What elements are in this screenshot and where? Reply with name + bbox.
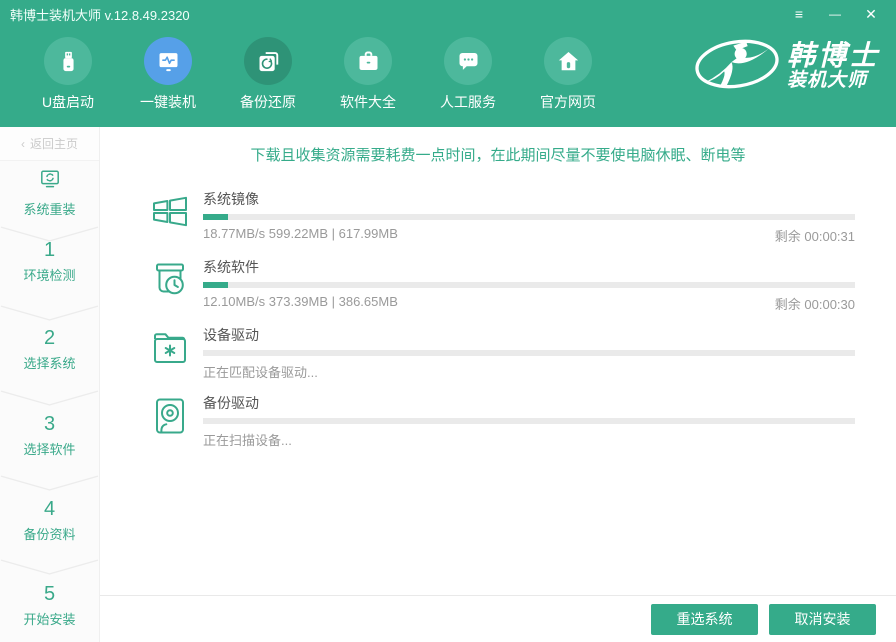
step-label: 选择系统 — [0, 353, 99, 372]
step-1-environment-check: 1 环境检测 — [0, 239, 99, 284]
step-number: 1 — [0, 239, 99, 262]
monitor-pulse-icon — [144, 37, 192, 85]
windows-logo-icon — [148, 190, 192, 234]
task-status: 正在匹配设备驱动... — [203, 362, 318, 381]
usb-icon — [44, 37, 92, 85]
menu-icon[interactable]: ≡ — [784, 3, 814, 25]
nav-item-label: 官方网页 — [540, 92, 596, 112]
progress-fill — [203, 214, 228, 220]
chevron-separator — [0, 390, 99, 406]
hanboshi-logo-icon — [693, 35, 781, 98]
step-number: 5 — [0, 583, 99, 606]
chat-bubble-icon — [444, 37, 492, 85]
chevron-separator — [0, 305, 99, 321]
brand-subtitle: 装机大师 — [787, 71, 880, 92]
home-icon — [544, 37, 592, 85]
task-row-device-driver: 设备驱动 正在匹配设备驱动... — [148, 325, 855, 381]
task-name: 设备驱动 — [203, 325, 855, 345]
briefcase-icon — [344, 37, 392, 85]
task-time-remaining: 剩余 00:00:31 — [775, 226, 855, 245]
progress-bar — [203, 214, 855, 220]
chevron-separator — [0, 559, 99, 575]
brand-name: 韩博士 — [787, 41, 880, 71]
task-speed-size: 12.10MB/s 373.39MB | 386.65MB — [203, 294, 398, 313]
driver-folder-icon — [148, 326, 192, 370]
step-label: 开始安装 — [0, 609, 99, 628]
task-name: 系统软件 — [203, 257, 855, 277]
nav-item-label: 人工服务 — [440, 92, 496, 112]
step-label: 备份资料 — [0, 524, 99, 543]
backup-disk-icon — [148, 394, 192, 438]
cancel-install-button[interactable]: 取消安装 — [769, 604, 876, 635]
main-panel: 下载且收集资源需要耗费一点时间，在此期间尽量不要使电脑休眠、断电等 系统镜像 — [100, 127, 896, 642]
progress-bar — [203, 282, 855, 288]
progress-fill — [203, 282, 228, 288]
brand-logo: 韩博士 装机大师 — [693, 35, 880, 98]
app-window: 韩博士装机大师 v.12.8.49.2320 ≡ — ✕ U盘启动 — [0, 0, 896, 642]
nav-item-software-center[interactable]: 软件大全 — [318, 28, 418, 112]
task-status: 正在扫描设备... — [203, 430, 292, 449]
sidebar-item-system-reinstall[interactable]: 系统重装 — [0, 167, 99, 218]
step-number: 3 — [0, 413, 99, 436]
sidebar: ‹ 返回主页 系统重装 1 环境检测 — [0, 127, 100, 642]
nav-item-label: 一键装机 — [140, 92, 196, 112]
step-2-choose-system: 2 选择系统 — [0, 327, 99, 372]
nav-item-label: 备份还原 — [240, 92, 296, 112]
brand-logo-text: 韩博士 装机大师 — [787, 41, 880, 92]
task-row-backup-driver: 备份驱动 正在扫描设备... — [148, 393, 855, 449]
step-number: 4 — [0, 498, 99, 521]
chevron-separator — [0, 475, 99, 491]
step-label: 选择软件 — [0, 439, 99, 458]
back-home-label: 返回主页 — [30, 135, 78, 152]
nav-item-backup-restore[interactable]: 备份还原 — [218, 28, 318, 112]
download-task-list: 系统镜像 18.77MB/s 599.22MB | 617.99MB 剩余 00… — [148, 189, 855, 461]
back-home-button[interactable]: ‹ 返回主页 — [0, 127, 99, 161]
close-button[interactable]: ✕ — [856, 3, 886, 25]
task-row-system-image: 系统镜像 18.77MB/s 599.22MB | 617.99MB 剩余 00… — [148, 189, 855, 245]
nav-item-one-key-install[interactable]: 一键装机 — [118, 28, 218, 112]
step-label: 环境检测 — [0, 265, 99, 284]
task-speed-size: 18.77MB/s 599.22MB | 617.99MB — [203, 226, 398, 245]
sidebar-item-label: 系统重装 — [0, 199, 99, 218]
progress-bar — [203, 350, 855, 356]
step-3-choose-software: 3 选择软件 — [0, 413, 99, 458]
reselect-system-button[interactable]: 重选系统 — [651, 604, 758, 635]
nav-item-official-website[interactable]: 官方网页 — [518, 28, 618, 112]
reinstall-monitor-icon — [0, 167, 99, 196]
task-name: 系统镜像 — [203, 189, 855, 209]
footer-bar: 重选系统 取消安装 — [100, 595, 896, 642]
nav-header: U盘启动 一键装机 — [0, 28, 896, 127]
nav-item-label: U盘启动 — [42, 92, 94, 112]
task-time-remaining: 剩余 00:00:30 — [775, 294, 855, 313]
step-4-backup-data: 4 备份资料 — [0, 498, 99, 543]
step-5-start-install: 5 开始安装 — [0, 583, 99, 628]
task-name: 备份驱动 — [203, 393, 855, 413]
window-controls: ≡ — ✕ — [784, 3, 886, 25]
task-row-system-software: 系统软件 12.10MB/s 373.39MB | 386.65MB 剩余 00… — [148, 257, 855, 313]
notice-text: 下载且收集资源需要耗费一点时间，在此期间尽量不要使电脑休眠、断电等 — [100, 144, 896, 165]
titlebar: 韩博士装机大师 v.12.8.49.2320 ≡ — ✕ — [0, 0, 896, 28]
minimize-button[interactable]: — — [820, 3, 850, 25]
progress-bar — [203, 418, 855, 424]
step-number: 2 — [0, 327, 99, 350]
nav-item-live-support[interactable]: 人工服务 — [418, 28, 518, 112]
chevron-left-icon: ‹ — [21, 137, 25, 151]
backup-restore-icon — [244, 37, 292, 85]
package-clock-icon — [148, 258, 192, 302]
nav-item-label: 软件大全 — [340, 92, 396, 112]
nav-item-usb-boot[interactable]: U盘启动 — [18, 28, 118, 112]
window-title: 韩博士装机大师 v.12.8.49.2320 — [10, 5, 190, 24]
